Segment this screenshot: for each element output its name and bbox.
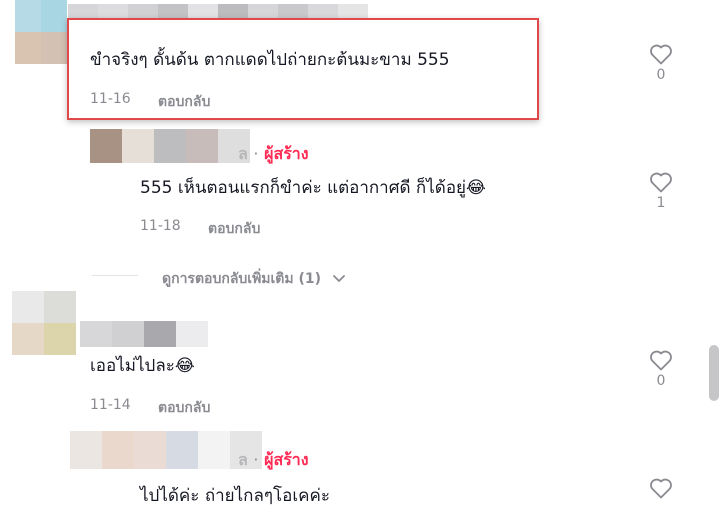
comment-date: 11-14 xyxy=(90,397,131,413)
view-more-replies[interactable]: ดูการตอบกลับเพิ่มเติม (1) xyxy=(162,268,346,290)
blurred-username[interactable] xyxy=(80,321,208,347)
like-button[interactable] xyxy=(646,477,676,499)
comment-text: เออไม่ไปละ😂 xyxy=(90,356,195,376)
blurred-avatar[interactable] xyxy=(15,0,67,64)
blurred-avatar[interactable] xyxy=(70,431,262,469)
comment-text: ไปได้ค่ะ ถ่ายไกลๆโอเคค่ะ xyxy=(140,486,331,506)
like-count: 0 xyxy=(656,67,666,83)
separator-dot: · xyxy=(253,144,259,163)
like-button[interactable]: 0 xyxy=(646,349,676,389)
chevron-down-icon xyxy=(333,275,345,282)
reply-button[interactable]: ตอบกลับ xyxy=(158,91,210,113)
like-button[interactable]: 1 xyxy=(646,171,676,211)
comment-date: 11-18 xyxy=(140,218,181,234)
view-more-label: ดูการตอบกลับเพิ่มเติม (1) xyxy=(162,271,322,287)
scrollbar-thumb[interactable] xyxy=(709,345,719,401)
like-button[interactable]: 0 xyxy=(646,43,676,83)
creator-badge: ผู้สร้าง xyxy=(264,450,309,469)
heart-outline-icon xyxy=(650,350,672,371)
comment-text: ขำจริงๆ ดั้นด้น ตากแดดไปถ่ายกะต้นมะขาม 5… xyxy=(90,50,450,70)
reply-button[interactable]: ตอบกลับ xyxy=(158,397,210,419)
name-tail: ล xyxy=(238,144,248,163)
heart-outline-icon xyxy=(650,44,672,65)
heart-outline-icon xyxy=(650,478,672,499)
comment-text: 555 เห็นตอนแรกก็ขำค่ะ แต่อากาศดี ก็ได้อย… xyxy=(140,178,486,198)
heart-outline-icon xyxy=(650,172,672,193)
creator-badge: ผู้สร้าง xyxy=(264,144,309,163)
separator-dot: · xyxy=(253,450,259,469)
name-tail: ล xyxy=(238,450,248,469)
creator-label[interactable]: ล · ผู้สร้าง xyxy=(238,142,309,167)
creator-label[interactable]: ล · ผู้สร้าง xyxy=(238,448,309,473)
comment-date: 11-16 xyxy=(90,91,131,107)
blurred-avatar[interactable] xyxy=(90,129,250,163)
like-count: 1 xyxy=(656,195,666,211)
like-count: 0 xyxy=(656,373,666,389)
divider-line xyxy=(92,275,138,276)
reply-button[interactable]: ตอบกลับ xyxy=(208,218,260,240)
blurred-avatar[interactable] xyxy=(12,291,76,355)
